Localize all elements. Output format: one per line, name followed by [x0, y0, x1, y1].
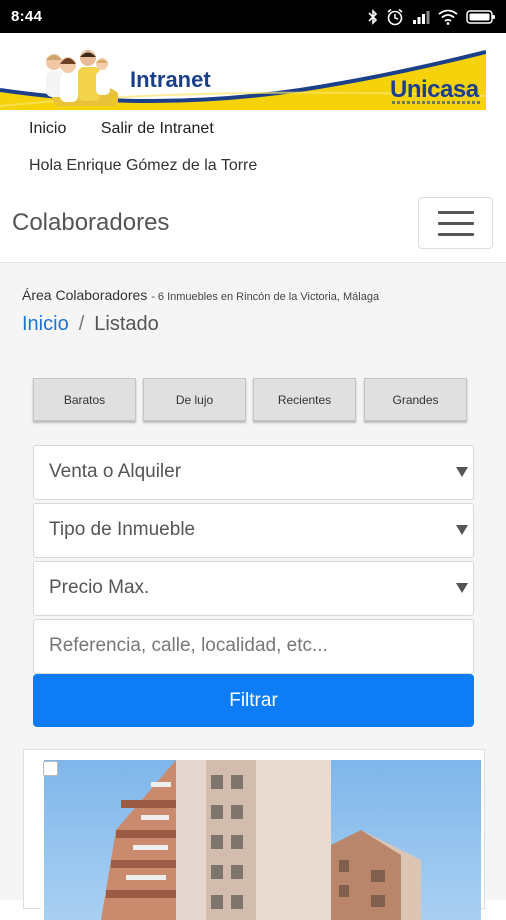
- status-time: 8:44: [11, 8, 43, 25]
- quick-filter-baratos[interactable]: Baratos: [33, 378, 136, 421]
- operation-select[interactable]: Venta o Alquiler: [33, 445, 474, 500]
- select-property-checkbox[interactable]: [43, 761, 58, 776]
- navbar: Colaboradores: [0, 196, 506, 263]
- bluetooth-icon: [368, 9, 378, 25]
- caret-down-icon: [456, 583, 468, 593]
- user-greeting: Hola Enrique Gómez de la Torre: [29, 157, 258, 174]
- brand-tagline-decoration: [392, 101, 480, 104]
- main-content: Área Colaboradores - 6 Inmuebles en Rinc…: [0, 263, 506, 920]
- max-price-select[interactable]: Precio Max.: [33, 561, 474, 616]
- menu-toggle-button[interactable]: [418, 197, 493, 249]
- navbar-title[interactable]: Colaboradores: [12, 209, 169, 237]
- hamburger-icon: [438, 211, 474, 214]
- breadcrumb-home-link[interactable]: Inicio: [22, 313, 69, 335]
- building-image: [41, 760, 481, 920]
- caret-down-icon: [456, 525, 468, 535]
- brand-logo: Unicasa: [390, 76, 479, 103]
- status-icons: [368, 7, 496, 27]
- area-title: Área Colaboradores: [22, 287, 148, 303]
- results-summary: - 6 Inmuebles en Rincón de la Victoria, …: [151, 291, 380, 303]
- property-photo[interactable]: [41, 760, 481, 920]
- max-price-select-value: Precio Max.: [49, 577, 150, 598]
- filter-button[interactable]: Filtrar: [33, 674, 474, 727]
- search-input-placeholder: Referencia, calle, localidad, etc...: [49, 635, 328, 656]
- property-card[interactable]: [23, 749, 485, 920]
- top-links: Inicio Salir de Intranet: [29, 120, 244, 138]
- caret-down-icon: [456, 467, 468, 477]
- wifi-icon: [438, 9, 458, 25]
- breadcrumb-separator: /: [78, 313, 85, 335]
- signal-icon: [413, 11, 430, 24]
- quick-filter-de-lujo[interactable]: De lujo: [143, 378, 246, 421]
- battery-icon: [466, 10, 495, 24]
- hamburger-icon-bar: [438, 233, 474, 236]
- breadcrumb-current: Listado: [94, 313, 159, 335]
- area-heading: Área Colaboradores - 6 Inmuebles en Rinc…: [22, 287, 379, 303]
- top-link-logout[interactable]: Salir de Intranet: [101, 120, 214, 138]
- property-type-select-value: Tipo de Inmueble: [49, 519, 196, 540]
- banner-title: Intranet: [130, 67, 211, 92]
- top-link-home[interactable]: Inicio: [29, 120, 66, 138]
- quick-filter-recientes[interactable]: Recientes: [253, 378, 356, 421]
- search-input[interactable]: Referencia, calle, localidad, etc...: [33, 619, 474, 674]
- hamburger-icon-bar: [438, 222, 474, 225]
- status-bar: 8:44: [0, 0, 506, 33]
- quick-filter-grandes[interactable]: Grandes: [364, 378, 467, 421]
- breadcrumb: Inicio / Listado: [22, 313, 159, 336]
- operation-select-value: Venta o Alquiler: [49, 461, 182, 482]
- header-banner: Intranet Unicasa: [0, 46, 486, 110]
- property-type-select[interactable]: Tipo de Inmueble: [33, 503, 474, 558]
- alarm-icon: [387, 8, 403, 26]
- family-photo-icon: [46, 50, 118, 106]
